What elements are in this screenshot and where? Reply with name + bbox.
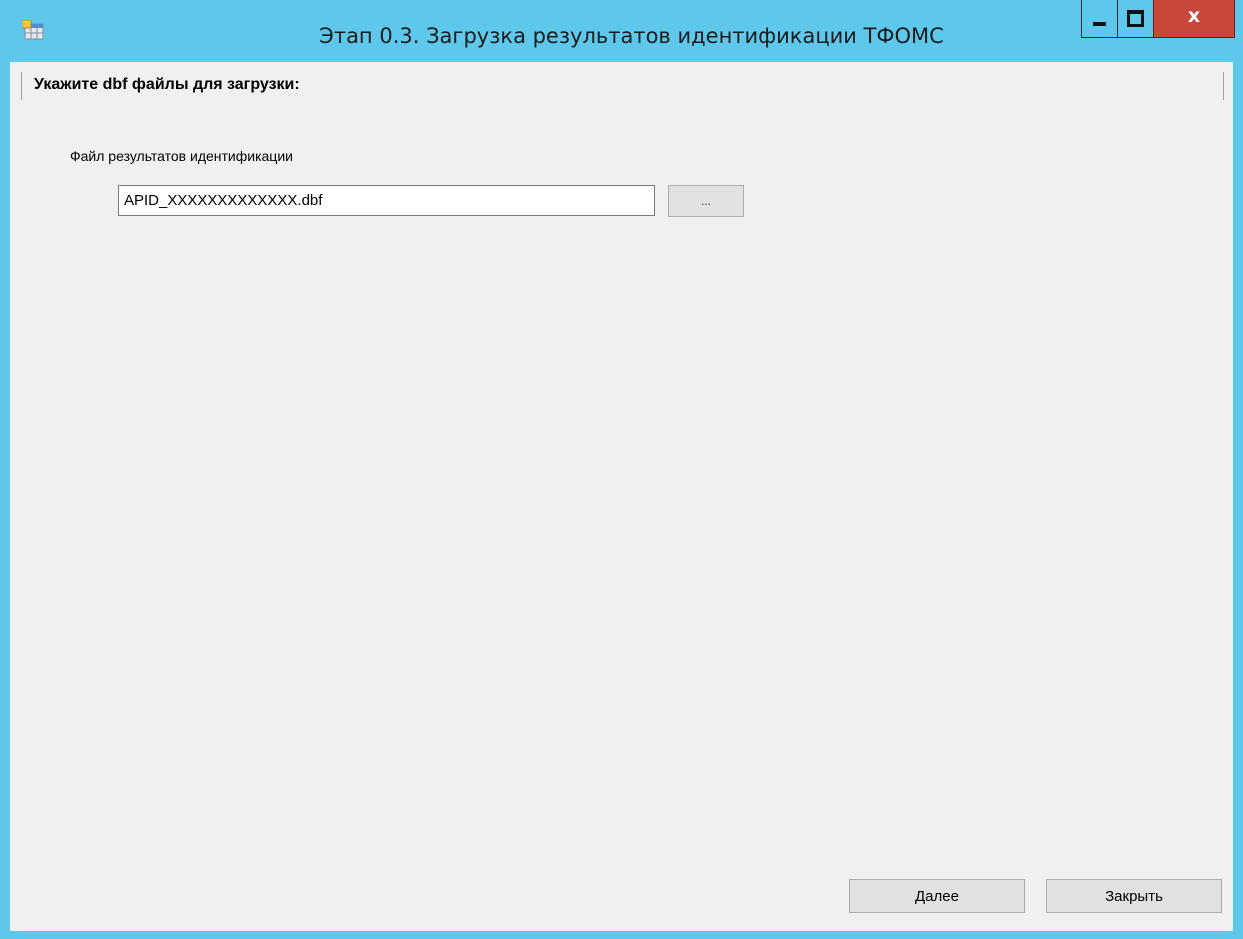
file-path-input[interactable] [118, 185, 655, 216]
close-window-button[interactable]: x [1153, 0, 1235, 38]
close-button[interactable]: Закрыть [1046, 879, 1222, 913]
header-divider-right [1223, 72, 1224, 100]
title-bar[interactable]: Этап 0.3. Загрузка результатов идентифик… [0, 0, 1243, 62]
app-window: Этап 0.3. Загрузка результатов идентифик… [0, 0, 1243, 939]
minimize-button[interactable] [1081, 0, 1118, 38]
dialog-client-area: Укажите dbf файлы для загрузки: Файл рез… [10, 62, 1233, 931]
header-divider-left [21, 72, 22, 100]
browse-button[interactable]: ... [668, 185, 744, 217]
maximize-icon [1127, 10, 1144, 27]
next-button[interactable]: Далее [849, 879, 1025, 913]
window-title: Этап 0.3. Загрузка результатов идентифик… [319, 24, 944, 48]
header-title: Укажите dbf файлы для загрузки: [34, 76, 300, 93]
header-panel: Укажите dbf файлы для загрузки: [10, 62, 1233, 102]
close-icon: x [1187, 5, 1201, 27]
maximize-button[interactable] [1117, 0, 1154, 38]
file-label: Файл результатов идентификации [70, 148, 293, 164]
minimize-icon [1093, 21, 1106, 26]
